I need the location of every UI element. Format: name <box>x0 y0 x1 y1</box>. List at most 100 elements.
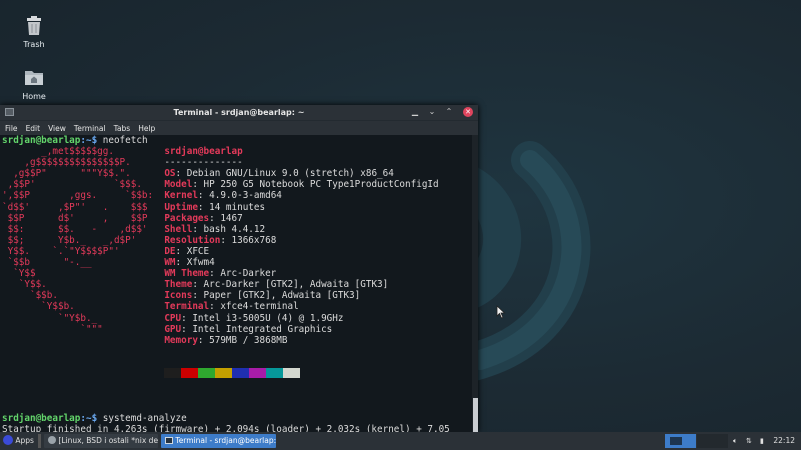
info-key: GPU <box>164 323 182 335</box>
task-browser[interactable]: [Linux, BSD i ostali *nix de... <box>44 434 158 448</box>
color-swatch <box>181 367 199 378</box>
command-output: Startup finished in 4.263s (firmware) + … <box>2 424 450 432</box>
info-value: Xfwm4 <box>186 257 215 269</box>
menu-bar: File Edit View Terminal Tabs Help <box>0 120 478 135</box>
ascii-logo-line: Y$$. `.`"Y$$$$P"' <box>2 245 165 257</box>
info-key: Theme <box>164 279 193 291</box>
minimize-button[interactable]: ▁ <box>410 107 420 117</box>
workspace-2[interactable] <box>697 434 728 448</box>
desktop-icon-label: Home <box>22 92 46 101</box>
desktop-icon-home[interactable]: Home <box>4 66 64 101</box>
neofetch-line: `$$b. Icons: Paper [GTK2], Adwaita [GTK3… <box>2 290 361 302</box>
prompt-line: srdjan@bearlap:~$ systemd-analyze <box>2 413 472 424</box>
terminal-output[interactable]: srdjan@bearlap:~$ neofetch _,met$$$$$gg.… <box>0 135 472 432</box>
ascii-logo-line: $$: $$. - ,d$$' <box>2 223 165 235</box>
info-value: bash 4.4.12 <box>203 223 266 235</box>
ascii-logo-line: $$; Y$b._ _,d$P' <box>2 234 165 246</box>
menu-tabs[interactable]: Tabs <box>114 124 131 133</box>
info-value: 579MB / 3868MB <box>209 334 288 346</box>
info-value: Arc-Darker <box>220 268 277 280</box>
neofetch-line: `Y$$b. Terminal: xfce4-terminal <box>2 301 299 313</box>
menu-edit[interactable]: Edit <box>26 124 41 133</box>
ascii-logo-line: `$$b. <box>2 290 165 302</box>
prompt-user: srdjan@bearlap <box>2 413 81 425</box>
info-value: Paper [GTK2], Adwaita [GTK3] <box>203 290 361 302</box>
neofetch-line: `""" GPU: Intel Integrated Graphics <box>2 323 333 335</box>
info-key: Resolution <box>164 234 221 246</box>
neofetch-line: _,met$$$$$gg. srdjan@bearlap <box>2 146 472 157</box>
ascii-logo-line: ,g$$P" """Y$$.". <box>2 168 165 180</box>
menu-help[interactable]: Help <box>138 124 155 133</box>
neofetch-line: `$$b "-.__ WM: Xfwm4 <box>2 257 215 269</box>
terminal-icon <box>165 437 173 444</box>
volume-icon[interactable]: 🔈︎ <box>733 434 738 448</box>
color-swatch <box>249 367 267 378</box>
color-swatch <box>198 367 216 378</box>
color-swatch <box>283 367 301 378</box>
menu-view[interactable]: View <box>48 124 66 133</box>
neofetch-line: `Y$$ WM Theme: Arc-Darker <box>2 268 277 280</box>
battery-icon[interactable]: ▮ <box>760 434 764 448</box>
color-palette <box>2 367 472 380</box>
color-swatch <box>266 367 284 378</box>
prompt-path: :~$ <box>80 135 98 146</box>
info-value: 4.9.0-3-amd64 <box>209 190 282 202</box>
neofetch-line: `d$$' ,$P"' . $$$ Uptime: 14 minutes <box>2 201 266 213</box>
color-swatch <box>215 367 233 378</box>
mouse-cursor-icon <box>496 305 506 319</box>
task-terminal[interactable]: Terminal - srdjan@bearlap: ~ <box>161 434 276 448</box>
info-key: Packages <box>164 212 210 224</box>
ascii-logo-line: `Y$$b. <box>2 301 165 313</box>
clock[interactable]: 22:12 <box>773 434 795 448</box>
neofetch-line: Memory: 579MB / 3868MB <box>2 335 472 346</box>
info-key: OS <box>164 168 176 180</box>
window-title: Terminal - srdjan@bearlap: ~ <box>173 108 305 117</box>
window-titlebar[interactable]: Terminal - srdjan@bearlap: ~ ▁ ⌄ ⌃ ✕ <box>0 105 478 120</box>
info-value: Debian GNU/Linux 9.0 (stretch) x86_64 <box>186 168 394 180</box>
ascii-logo-line: `""" <box>2 323 165 335</box>
neofetch-line: `"Y$b._ CPU: Intel i3-5005U (4) @ 1.9GHz <box>2 312 344 324</box>
info-value: Intel Integrated Graphics <box>192 323 333 335</box>
taskbar: Apps [Linux, BSD i ostali *nix de... Ter… <box>0 432 801 450</box>
info-value: 1467 <box>220 212 243 224</box>
network-icon[interactable]: ⇅ <box>746 434 752 448</box>
info-key: Icons <box>164 290 193 302</box>
command-text: neofetch <box>97 135 148 146</box>
info-key: Shell <box>164 223 193 235</box>
info-key: Memory <box>164 334 198 346</box>
scrollbar-thumb[interactable] <box>473 398 478 432</box>
desktop-icon-trash[interactable]: Trash <box>4 14 64 49</box>
close-button[interactable]: ✕ <box>463 107 473 117</box>
command-text: systemd-analyze <box>97 413 187 425</box>
ascii-logo-line: ',$$P ,ggs. `$$b: <box>2 190 165 202</box>
info-value: XFCE <box>186 245 210 257</box>
task-label: [Linux, BSD i ostali *nix de... <box>58 436 158 445</box>
shade-button[interactable]: ⌄ <box>427 107 437 117</box>
menu-file[interactable]: File <box>5 124 18 133</box>
neofetch-separator: -------------- <box>164 157 243 169</box>
neofetch-line: $$: $$. - ,d$$' Shell: bash 4.4.12 <box>2 223 266 235</box>
apps-menu-button[interactable]: Apps <box>3 434 34 448</box>
info-key: Model <box>164 179 193 191</box>
home-folder-icon <box>25 71 43 85</box>
ascii-logo-line: `"Y$b._ <box>2 312 165 324</box>
workspace-1[interactable] <box>665 434 696 448</box>
maximize-button[interactable]: ⌃ <box>444 107 454 117</box>
ascii-logo-line: $$P d$' , $$P <box>2 212 165 224</box>
neofetch-line: ',$$P ,ggs. `$$b: Kernel: 4.9.0-3-amd64 <box>2 190 282 202</box>
info-key: CPU <box>164 312 182 324</box>
neofetch-line: ,$$P' `$$$. Model: HP 250 G5 Notebook PC… <box>2 179 439 191</box>
color-swatch <box>164 367 182 378</box>
terminal-window[interactable]: Terminal - srdjan@bearlap: ~ ▁ ⌄ ⌃ ✕ Fil… <box>0 105 478 432</box>
prompt-user: srdjan@bearlap <box>2 135 81 146</box>
neofetch-line: $$; Y$b._ _,d$P' Resolution: 1366x768 <box>2 234 277 246</box>
browser-icon <box>48 436 56 444</box>
info-value: Arc-Darker [GTK2], Adwaita [GTK3] <box>203 279 389 291</box>
ascii-logo-line <box>2 346 164 357</box>
terminal-scrollbar[interactable] <box>472 135 478 432</box>
menu-terminal[interactable]: Terminal <box>74 124 106 133</box>
info-value: Intel i3-5005U (4) @ 1.9GHz <box>192 312 344 324</box>
neofetch-line <box>2 346 472 357</box>
prompt-path: :~$ <box>80 413 98 425</box>
ascii-logo-line: ,g$$$$$$$$$$$$$$$P. <box>2 157 165 169</box>
